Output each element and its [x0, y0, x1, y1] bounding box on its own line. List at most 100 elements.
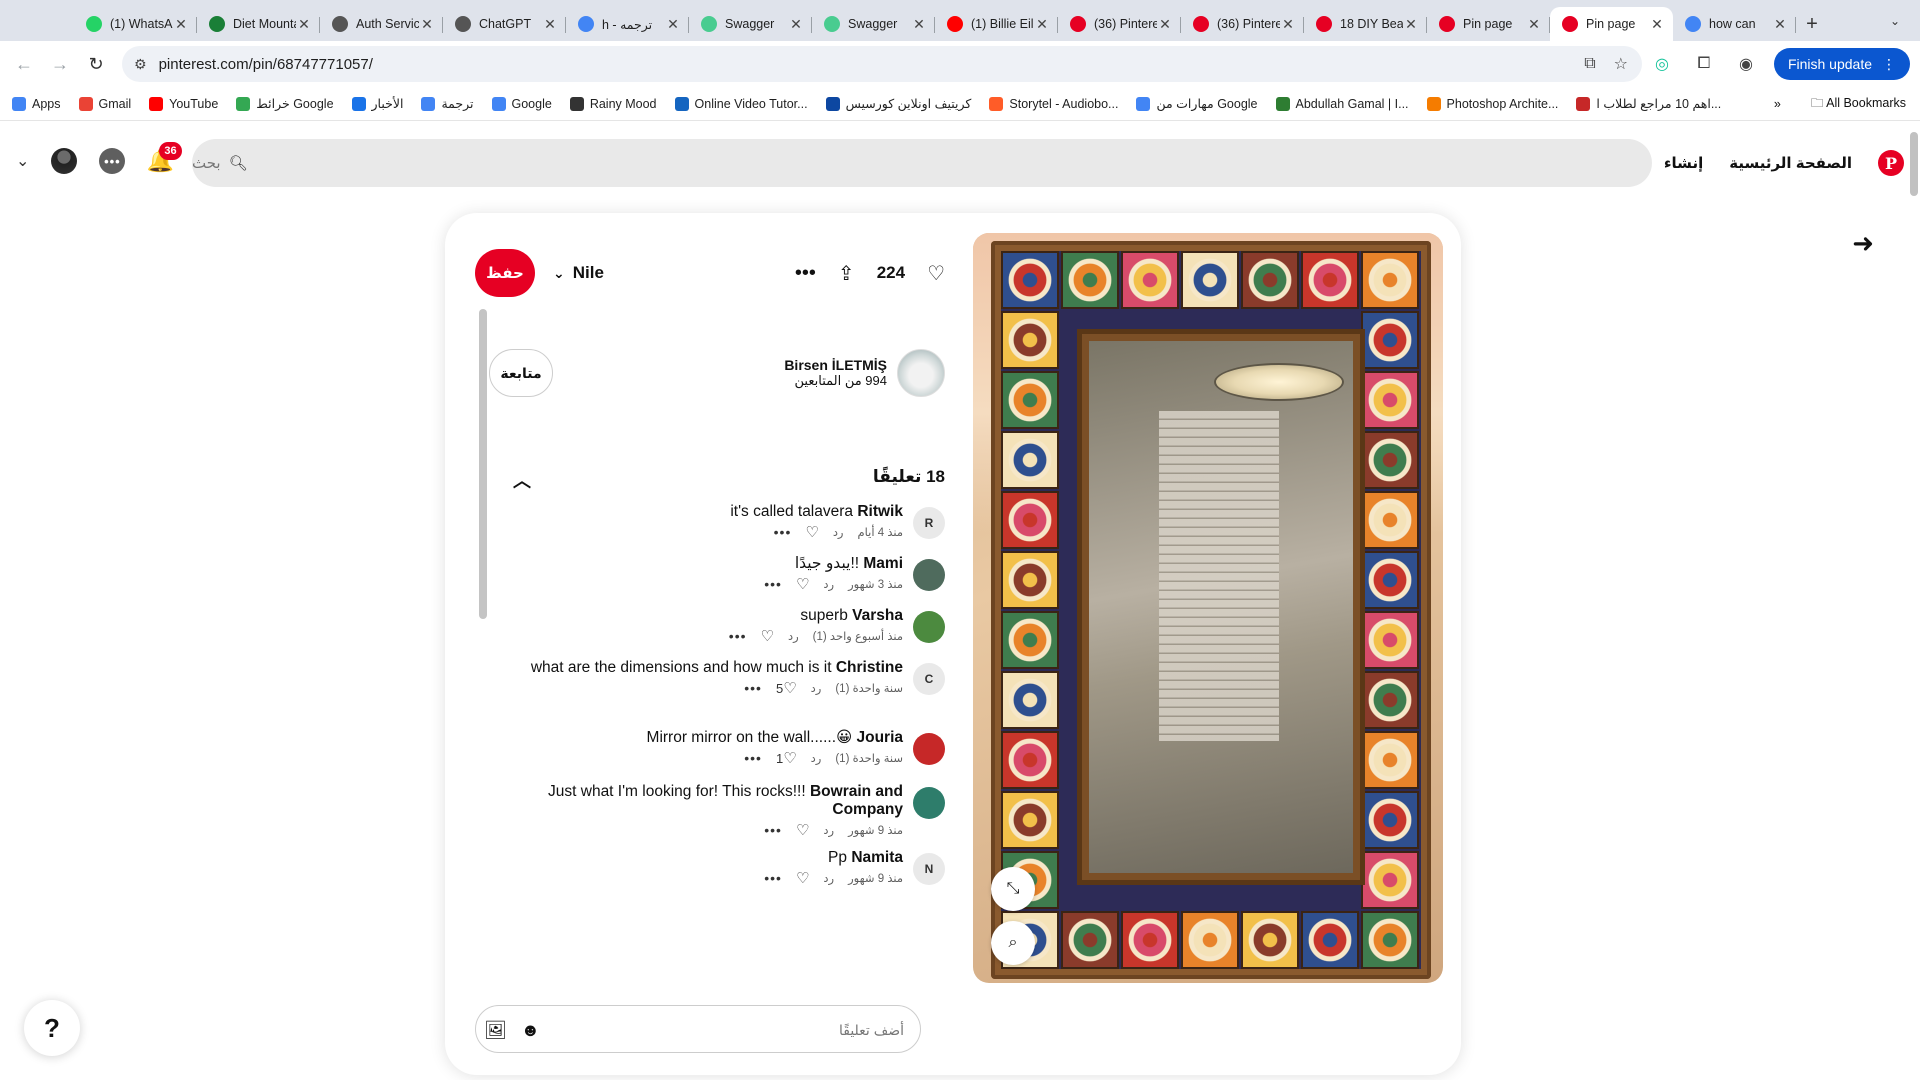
bookmark-star-icon[interactable]: ☆ — [1614, 54, 1628, 74]
expand-image-icon[interactable]: ⤡ — [991, 867, 1035, 911]
tab-close-icon[interactable]: ✕ — [1649, 16, 1665, 33]
bookmark-item[interactable]: خرائط Google — [236, 96, 334, 111]
comment-like[interactable]: ♡ — [761, 627, 774, 645]
pinterest-logo-icon[interactable]: P — [1878, 150, 1904, 176]
share-icon[interactable]: ⇪ — [838, 261, 855, 286]
user-avatar[interactable] — [51, 148, 78, 174]
notifications-bell-icon[interactable]: 🔔 36 — [147, 142, 182, 174]
browser-tab[interactable]: ChatGPT ✕ — [443, 7, 566, 41]
save-button[interactable]: حفظ — [475, 249, 535, 297]
comment-heart-icon[interactable]: ♡ — [761, 628, 774, 645]
all-bookmarks-button[interactable]: 🗀 All Bookmarks — [1811, 94, 1906, 115]
comment-author[interactable]: Namita — [851, 849, 903, 866]
reload-icon[interactable]: ↻ — [78, 46, 114, 82]
browser-tab[interactable]: (1) Billie Eilish✕ — [935, 7, 1058, 41]
comment-like[interactable]: ♡ — [796, 575, 809, 593]
comment-more-icon[interactable]: ••• — [729, 628, 747, 644]
bookmark-item[interactable]: Apps — [12, 96, 61, 111]
comment-like[interactable]: ♡ — [805, 523, 818, 541]
address-bar[interactable]: ⚙ pinterest.com/pin/68747771057/ ⧉ ☆ — [122, 46, 1642, 82]
bookmark-item[interactable]: ترجمة — [421, 96, 474, 111]
browser-tab[interactable]: Diet Mountain✕ — [197, 7, 320, 41]
nav-home[interactable]: الصفحة الرئيسية — [1729, 154, 1852, 172]
comment-avatar[interactable]: C — [913, 663, 945, 695]
bookmark-item[interactable]: Storytel - Audiobo... — [989, 96, 1118, 111]
comment-reply-button[interactable]: رد — [811, 681, 822, 695]
browser-tab[interactable]: Swagger ✕ — [689, 7, 812, 41]
back-icon[interactable]: ← — [6, 46, 42, 82]
comment-avatar[interactable] — [913, 611, 945, 643]
comment-avatar[interactable]: N — [913, 853, 945, 885]
comment-heart-icon[interactable]: ♡ — [805, 524, 818, 541]
comment-more-icon[interactable]: ••• — [744, 680, 762, 696]
new-tab-icon[interactable]: + — [1796, 7, 1828, 41]
comment-reply-button[interactable]: رد — [833, 525, 844, 539]
comment-author[interactable]: Mami — [863, 555, 903, 572]
help-button[interactable]: ? — [24, 1000, 80, 1056]
comment-reply-button[interactable]: رد — [788, 629, 799, 643]
comment-heart-icon[interactable]: ♡ — [796, 576, 809, 593]
tab-close-icon[interactable]: ✕ — [665, 16, 681, 33]
nav-create[interactable]: إنشاء — [1664, 154, 1703, 172]
comment-reply-button[interactable]: رد — [811, 751, 822, 765]
browser-tab[interactable]: (36) Pinterest✕ — [1181, 7, 1304, 41]
comment-heart-icon[interactable]: ♡ — [796, 870, 809, 887]
browser-tab[interactable]: Pin page ✕ — [1550, 7, 1673, 41]
tab-close-icon[interactable]: ✕ — [1280, 16, 1296, 33]
comment-reply-button[interactable]: رد — [823, 577, 834, 591]
board-selector[interactable]: ⌄ Nile — [553, 249, 604, 297]
emoji-icon[interactable]: ☻ — [521, 1020, 540, 1041]
browser-tab[interactable]: h - ترجمه ✕ — [566, 7, 689, 41]
comment-more-icon[interactable]: ••• — [744, 750, 762, 766]
finish-update-button[interactable]: Finish update ⋮ — [1773, 48, 1910, 80]
bookmark-item[interactable]: Online Video Tutor... — [674, 96, 808, 111]
follow-button[interactable]: متابعة — [489, 349, 553, 397]
bookmark-item[interactable]: Abdullah Gamal | I... — [1275, 96, 1409, 111]
bookmark-item[interactable]: الأخبار — [351, 96, 403, 111]
browser-tab[interactable]: 18 DIY Beautiful✕ — [1304, 7, 1427, 41]
comment-avatar[interactable] — [913, 787, 945, 819]
creator-avatar[interactable] — [897, 349, 945, 397]
accounts-chevron-down-icon[interactable]: ⌄ — [16, 151, 29, 171]
comments-scrollbar[interactable] — [479, 309, 487, 979]
browser-tab[interactable]: Auth Service✕ — [320, 7, 443, 41]
comment-author[interactable]: Varsha — [852, 607, 903, 624]
creator-info[interactable]: Birsen İLETMİŞ 994 من المتابعين — [784, 347, 945, 399]
profile-icon[interactable]: ◉ — [1732, 50, 1760, 78]
tab-close-icon[interactable]: ✕ — [1034, 16, 1050, 33]
extensions-icon[interactable]: ⧠ — [1690, 50, 1718, 78]
messages-icon[interactable]: ••• — [99, 148, 126, 174]
comment-avatar[interactable]: R — [913, 507, 945, 539]
tab-close-icon[interactable]: ✕ — [542, 16, 558, 33]
bookmark-item[interactable]: Photoshop Archite... — [1426, 96, 1558, 111]
browser-tab[interactable]: (36) Pinterest✕ — [1058, 7, 1181, 41]
install-app-icon[interactable]: ⧉ — [1584, 55, 1595, 73]
bookmark-item[interactable]: Rainy Mood — [569, 96, 657, 111]
tab-close-icon[interactable]: ✕ — [911, 16, 927, 33]
page-scrollbar[interactable] — [1910, 132, 1918, 196]
pin-image[interactable]: ⤡ ⌕ — [973, 233, 1443, 983]
comment-heart-icon[interactable]: ♡ — [796, 822, 809, 839]
comment-more-icon[interactable]: ••• — [764, 870, 782, 886]
tab-close-icon[interactable]: ✕ — [1772, 16, 1788, 33]
comment-like[interactable]: 5♡ — [776, 679, 797, 697]
add-photo-icon[interactable]: 🖼︎ — [484, 1020, 507, 1041]
comment-heart-icon[interactable]: ♡ — [783, 680, 796, 697]
tab-search-icon[interactable]: ⌄ — [1882, 8, 1908, 34]
comment-author[interactable]: Ritwik — [857, 503, 903, 520]
add-comment-field[interactable]: 🖼︎ ☻ أضف تعليقًا — [475, 1005, 921, 1053]
comment-author[interactable]: Bowrain and Company — [810, 783, 903, 818]
tab-close-icon[interactable]: ✕ — [1403, 16, 1419, 33]
comment-author[interactable]: Jouria — [856, 729, 903, 746]
forward-icon[interactable]: → — [42, 46, 78, 82]
comment-like[interactable]: ♡ — [796, 869, 809, 887]
grammarly-extension-icon[interactable]: ◎ — [1648, 50, 1676, 78]
comment-avatar[interactable] — [913, 733, 945, 765]
browser-tab[interactable]: Swagger ✕ — [812, 7, 935, 41]
bookmark-item[interactable]: YouTube — [149, 96, 218, 111]
browser-tab[interactable]: Pin page ✕ — [1427, 7, 1550, 41]
tab-close-icon[interactable]: ✕ — [173, 16, 189, 33]
tab-close-icon[interactable]: ✕ — [788, 16, 804, 33]
more-options-icon[interactable]: ••• — [795, 262, 816, 285]
comment-like[interactable]: ♡ — [796, 821, 809, 839]
